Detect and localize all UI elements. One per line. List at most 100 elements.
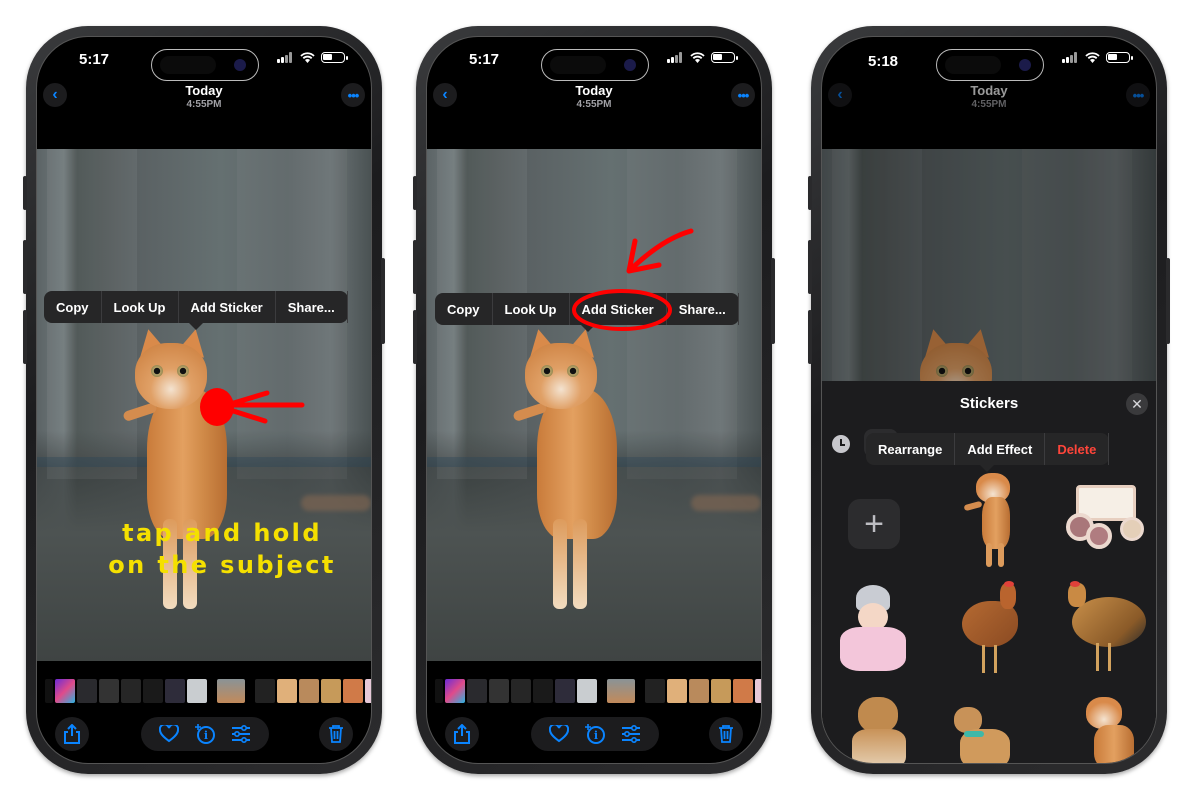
more-button[interactable]: ••• xyxy=(1126,83,1150,107)
share-button[interactable] xyxy=(55,717,89,751)
menu-item-add-effect[interactable]: Add Effect xyxy=(955,433,1046,465)
favorite-button[interactable] xyxy=(547,722,571,746)
action-pill: i xyxy=(531,717,659,751)
nav-title: Today xyxy=(185,83,223,98)
sticker-hen[interactable] xyxy=(1062,581,1152,675)
thumbnail[interactable] xyxy=(489,679,509,703)
favorite-button[interactable] xyxy=(157,722,181,746)
menu-item-share[interactable]: Share... xyxy=(667,293,739,325)
info-button[interactable]: i xyxy=(193,722,217,746)
cat-subject[interactable] xyxy=(117,326,257,629)
cellular-signal-icon xyxy=(1062,52,1079,63)
dynamic-island xyxy=(151,49,259,81)
thumbnail[interactable] xyxy=(299,679,319,703)
close-button[interactable]: ✕ xyxy=(1126,393,1148,415)
thumbnail[interactable] xyxy=(343,679,363,703)
menu-item-share[interactable]: Share... xyxy=(276,291,348,323)
thumbnail[interactable] xyxy=(689,679,709,703)
screen: 5:17 ‹ Today 4:55PM ••• xyxy=(36,36,372,764)
sticker-cat-2[interactable] xyxy=(1080,697,1140,763)
sticker-toy-wheelchair[interactable] xyxy=(1060,477,1152,553)
dynamic-island xyxy=(936,49,1044,81)
photo[interactable]: tap and hold on the subject xyxy=(37,149,371,661)
battery-icon xyxy=(1106,52,1133,63)
menu-item-copy[interactable]: Copy xyxy=(435,293,493,325)
menu-item-rearrange[interactable]: Rearrange xyxy=(866,433,956,465)
menu-item-add-sticker[interactable]: Add Sticker xyxy=(179,291,276,323)
cat-subject[interactable] xyxy=(507,326,647,629)
red-circle-highlight xyxy=(572,289,672,331)
add-sticker-button[interactable]: + xyxy=(848,499,900,549)
thumbnail[interactable] xyxy=(365,679,371,703)
nav-bar: ‹ Today 4:55PM ••• xyxy=(37,81,371,121)
more-button[interactable]: ••• xyxy=(341,83,365,107)
filmstrip[interactable] xyxy=(37,677,371,705)
nav-bar: ‹ Today 4:55PM ••• xyxy=(427,81,761,121)
edit-button[interactable] xyxy=(619,722,643,746)
photo[interactable] xyxy=(427,149,761,661)
sticker-baby-doll[interactable] xyxy=(828,585,920,675)
thumbnail[interactable] xyxy=(321,679,341,703)
thumbnail[interactable] xyxy=(255,679,275,703)
thumbnail[interactable] xyxy=(55,679,75,703)
action-pill: i xyxy=(141,717,269,751)
status-bar: 5:17 xyxy=(427,37,761,85)
filmstrip[interactable] xyxy=(427,677,761,705)
screen: 5:17 ‹ Today 4:55PM ••• xyxy=(426,36,762,764)
red-arrow-annotation xyxy=(626,228,694,274)
thumbnail[interactable] xyxy=(445,679,465,703)
status-time: 5:17 xyxy=(469,51,500,68)
thumbnail[interactable] xyxy=(733,679,753,703)
thumbnail[interactable] xyxy=(533,679,553,703)
thumbnail[interactable] xyxy=(711,679,731,703)
share-button[interactable] xyxy=(445,717,479,751)
trash-icon xyxy=(719,725,733,743)
heart-icon xyxy=(159,725,179,743)
share-icon xyxy=(454,724,470,744)
sticker-cat[interactable] xyxy=(962,473,1022,569)
delete-button[interactable] xyxy=(709,717,743,751)
menu-item-copy[interactable]: Copy xyxy=(44,291,102,323)
menu-item-delete[interactable]: Delete xyxy=(1045,433,1110,465)
thumbnail[interactable] xyxy=(143,679,163,703)
instruction-line-2: on the subject xyxy=(108,551,336,579)
sticker-dog[interactable] xyxy=(848,697,912,763)
wifi-icon xyxy=(1085,52,1100,63)
thumbnail[interactable] xyxy=(755,679,761,703)
thumbnail[interactable] xyxy=(99,679,119,703)
phone-3: 5:18 ‹ Today 4:55PM ••• Stickers ✕ Rearr… xyxy=(808,26,1170,774)
thumbnail[interactable] xyxy=(467,679,487,703)
thumbnail-current[interactable] xyxy=(217,679,245,703)
delete-button[interactable] xyxy=(319,717,353,751)
phone-2: 5:17 ‹ Today 4:55PM ••• Copy Look Up Add… xyxy=(413,26,775,774)
svg-text:i: i xyxy=(594,729,598,742)
bottom-toolbar: i xyxy=(427,717,761,757)
wifi-icon xyxy=(300,52,315,63)
thumbnail[interactable] xyxy=(511,679,531,703)
menu-item-look-up[interactable]: Look Up xyxy=(102,291,179,323)
sticker-context-menu: Rearrange Add Effect Delete xyxy=(866,433,1110,472)
thumbnail[interactable] xyxy=(121,679,141,703)
status-bar: 5:18 xyxy=(822,37,1156,85)
instruction-line-1: tap and hold xyxy=(122,519,322,547)
thumbnail[interactable] xyxy=(277,679,297,703)
sticker-rooster[interactable] xyxy=(952,581,1032,675)
thumbnail[interactable] xyxy=(77,679,97,703)
battery-icon xyxy=(321,52,348,63)
thumbnail[interactable] xyxy=(165,679,185,703)
more-button[interactable]: ••• xyxy=(731,83,755,107)
info-sparkle-icon: i xyxy=(585,724,605,744)
thumbnail-current[interactable] xyxy=(607,679,635,703)
trash-icon xyxy=(329,725,343,743)
sticker-dog-harness[interactable] xyxy=(950,707,1014,763)
red-arrow-annotation xyxy=(200,388,305,426)
info-button[interactable]: i xyxy=(583,722,607,746)
edit-button[interactable] xyxy=(229,722,253,746)
menu-item-look-up[interactable]: Look Up xyxy=(493,293,570,325)
thumbnail[interactable] xyxy=(555,679,575,703)
thumbnail[interactable] xyxy=(667,679,687,703)
thumbnail[interactable] xyxy=(187,679,207,703)
clock-icon[interactable] xyxy=(832,435,850,453)
thumbnail[interactable] xyxy=(645,679,665,703)
thumbnail[interactable] xyxy=(577,679,597,703)
